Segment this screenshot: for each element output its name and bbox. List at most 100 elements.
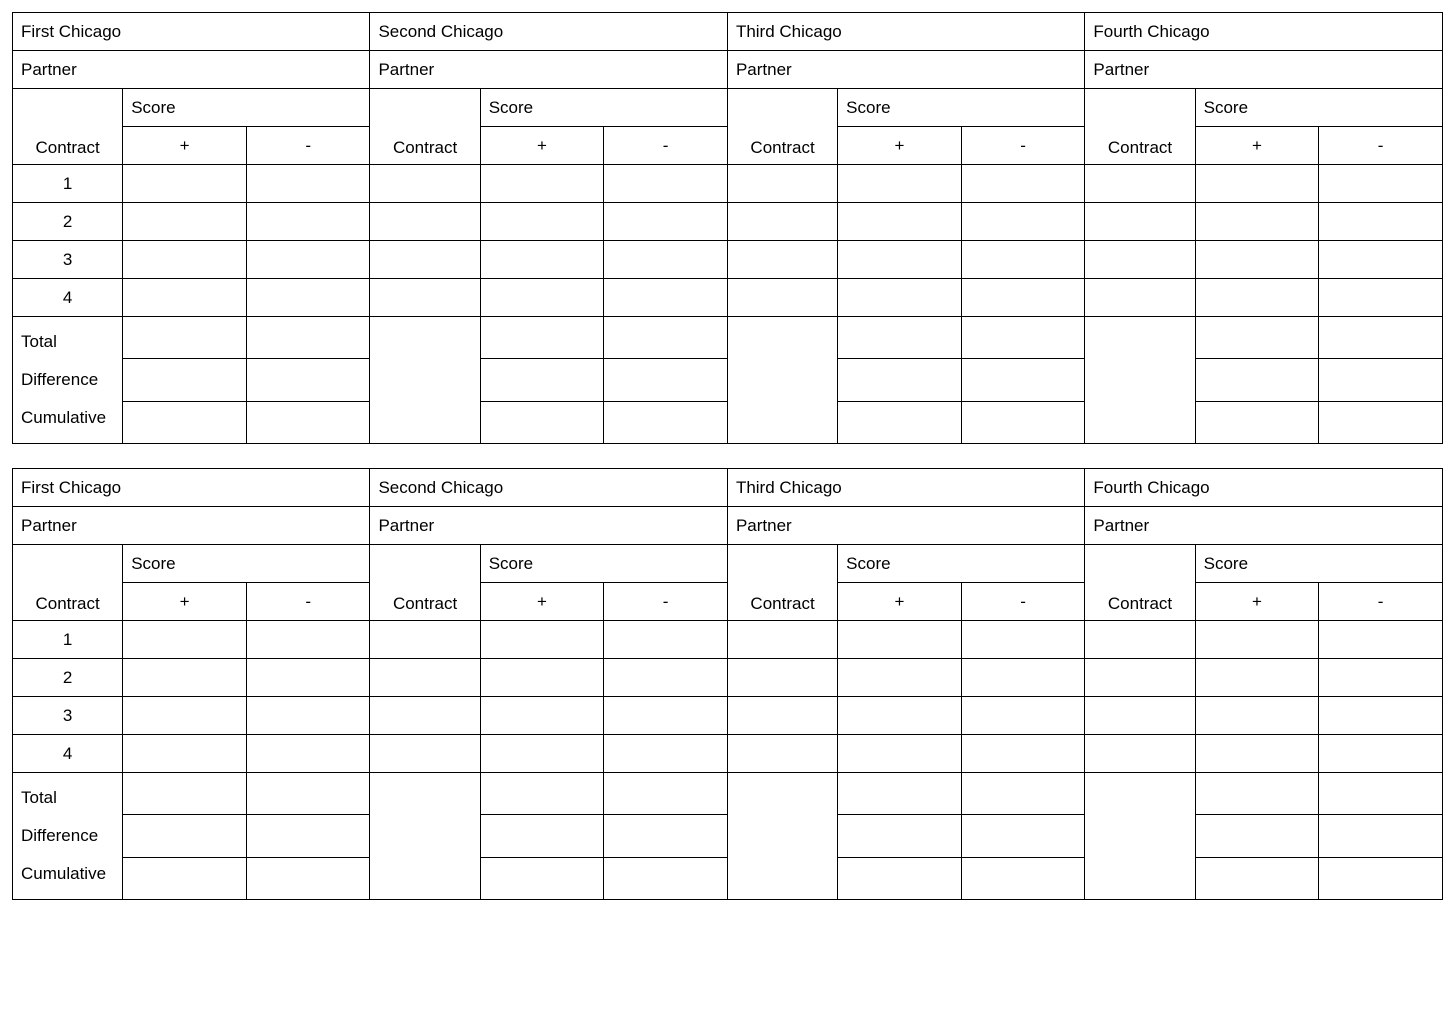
score-minus-cell xyxy=(961,165,1085,203)
cumulative-minus-cell xyxy=(246,401,370,443)
difference-minus-cell xyxy=(1319,815,1443,857)
panel-title: Second Chicago xyxy=(370,469,727,507)
cumulative-minus-cell xyxy=(1319,857,1443,899)
score-plus-cell xyxy=(1195,697,1319,735)
score-plus-cell xyxy=(123,241,247,279)
difference-plus-cell xyxy=(1195,359,1319,401)
summary-blank-cell xyxy=(370,317,480,444)
plus-header: + xyxy=(838,127,962,165)
minus-header: - xyxy=(961,583,1085,621)
score-header: Score xyxy=(480,89,727,127)
score-minus-cell xyxy=(1319,203,1443,241)
score-plus-cell xyxy=(838,203,962,241)
partner-label: Partner xyxy=(370,507,727,545)
summary-blank-cell xyxy=(727,317,837,444)
score-plus-cell xyxy=(480,659,604,697)
contract-number-cell xyxy=(370,621,480,659)
chicago-score-table: First ChicagoSecond ChicagoThird Chicago… xyxy=(12,468,1443,900)
total-label: Total xyxy=(21,779,114,817)
score-minus-cell xyxy=(246,241,370,279)
total-minus-cell xyxy=(961,317,1085,359)
score-minus-cell xyxy=(246,659,370,697)
total-plus-cell xyxy=(1195,317,1319,359)
score-plus-cell xyxy=(123,279,247,317)
difference-minus-cell xyxy=(246,815,370,857)
score-plus-cell xyxy=(1195,659,1319,697)
contract-number-cell xyxy=(1085,697,1195,735)
contract-number-cell: 1 xyxy=(13,621,123,659)
score-block: First ChicagoSecond ChicagoThird Chicago… xyxy=(12,468,1443,900)
score-minus-cell xyxy=(1319,279,1443,317)
cumulative-plus-cell xyxy=(123,401,247,443)
score-plus-cell xyxy=(838,165,962,203)
score-minus-cell xyxy=(604,165,728,203)
score-plus-cell xyxy=(480,203,604,241)
minus-header: - xyxy=(604,583,728,621)
score-minus-cell xyxy=(246,203,370,241)
contract-number-cell xyxy=(1085,241,1195,279)
score-header: Score xyxy=(1195,89,1442,127)
score-plus-cell xyxy=(1195,279,1319,317)
score-header: Score xyxy=(1195,545,1442,583)
partner-label: Partner xyxy=(727,507,1084,545)
chicago-score-table: First ChicagoSecond ChicagoThird Chicago… xyxy=(12,12,1443,444)
cumulative-minus-cell xyxy=(961,857,1085,899)
contract-number-cell xyxy=(727,621,837,659)
contract-number-cell xyxy=(370,659,480,697)
contract-number-cell xyxy=(370,697,480,735)
score-minus-cell xyxy=(1319,659,1443,697)
contract-header: Contract xyxy=(370,545,480,621)
contract-number-cell xyxy=(370,241,480,279)
contract-number-cell: 2 xyxy=(13,659,123,697)
score-plus-cell xyxy=(480,735,604,773)
panel-title: Fourth Chicago xyxy=(1085,13,1443,51)
cumulative-minus-cell xyxy=(604,401,728,443)
contract-header: Contract xyxy=(13,89,123,165)
total-plus-cell xyxy=(838,773,962,815)
score-plus-cell xyxy=(838,279,962,317)
contract-number-cell xyxy=(727,697,837,735)
score-minus-cell xyxy=(961,621,1085,659)
minus-header: - xyxy=(246,127,370,165)
score-plus-cell xyxy=(480,697,604,735)
cumulative-minus-cell xyxy=(961,401,1085,443)
score-minus-cell xyxy=(961,735,1085,773)
difference-minus-cell xyxy=(961,815,1085,857)
score-minus-cell xyxy=(604,735,728,773)
score-plus-cell xyxy=(838,621,962,659)
minus-header: - xyxy=(1319,127,1443,165)
total-plus-cell xyxy=(480,773,604,815)
cumulative-minus-cell xyxy=(604,857,728,899)
score-header: Score xyxy=(838,89,1085,127)
contract-header: Contract xyxy=(727,545,837,621)
score-header: Score xyxy=(123,545,370,583)
cumulative-plus-cell xyxy=(838,401,962,443)
contract-number-cell xyxy=(727,165,837,203)
plus-header: + xyxy=(123,583,247,621)
contract-number-cell: 4 xyxy=(13,735,123,773)
contract-header: Contract xyxy=(1085,89,1195,165)
score-plus-cell xyxy=(123,659,247,697)
contract-number-cell xyxy=(370,165,480,203)
score-plus-cell xyxy=(838,735,962,773)
partner-label: Partner xyxy=(13,507,370,545)
contract-header: Contract xyxy=(370,89,480,165)
plus-header: + xyxy=(480,127,604,165)
score-plus-cell xyxy=(838,241,962,279)
cumulative-label: Cumulative xyxy=(21,855,114,893)
difference-minus-cell xyxy=(604,815,728,857)
score-plus-cell xyxy=(480,279,604,317)
summary-blank-cell xyxy=(1085,317,1195,444)
difference-minus-cell xyxy=(604,359,728,401)
summary-blank-cell xyxy=(1085,773,1195,900)
panel-title: Second Chicago xyxy=(370,13,727,51)
contract-number-cell xyxy=(1085,279,1195,317)
score-minus-cell xyxy=(961,697,1085,735)
total-minus-cell xyxy=(246,317,370,359)
plus-header: + xyxy=(1195,127,1319,165)
difference-plus-cell xyxy=(123,359,247,401)
contract-number-cell xyxy=(727,735,837,773)
score-minus-cell xyxy=(604,621,728,659)
score-minus-cell xyxy=(246,697,370,735)
contract-header: Contract xyxy=(1085,545,1195,621)
